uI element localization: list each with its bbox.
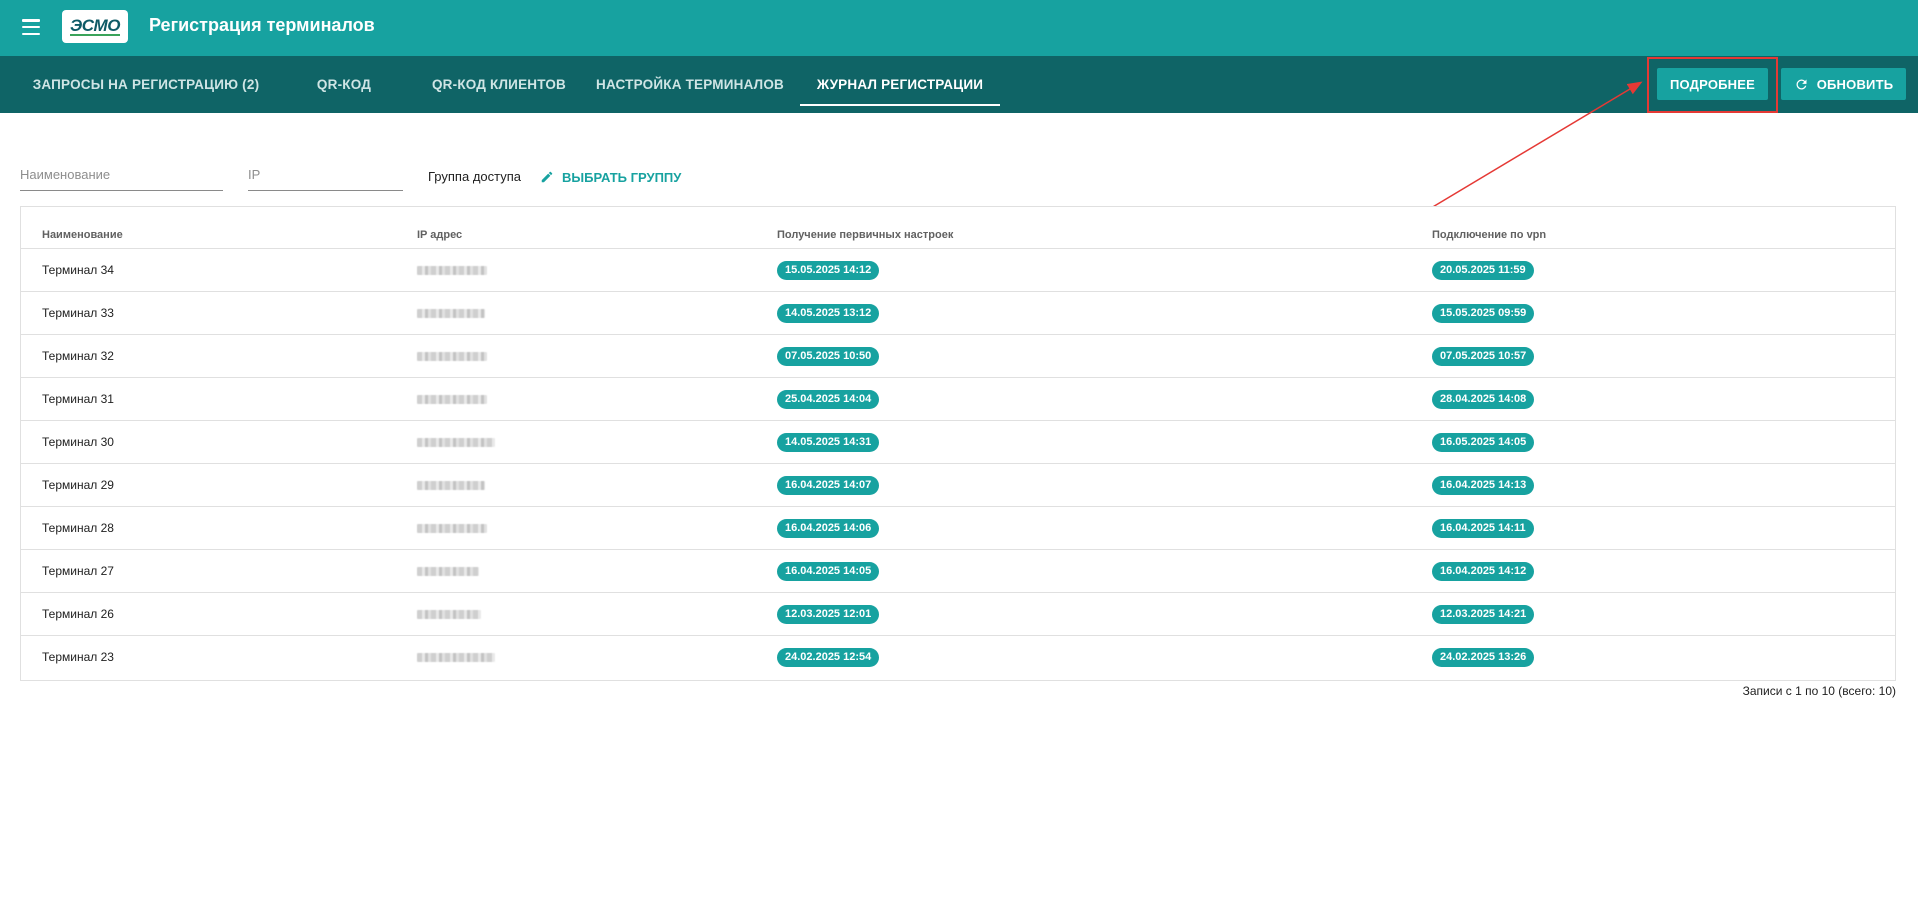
settings-received-badge: 14.05.2025 13:12 [777, 304, 880, 323]
registration-log-table: Наименование IP адрес Получение первичны… [20, 206, 1896, 681]
settings-received-badge: 16.04.2025 14:06 [777, 519, 880, 538]
app-header: ЭСМО Регистрация терминалов [0, 0, 1918, 56]
settings-received-badge: 14.05.2025 14:31 [777, 433, 880, 452]
settings-received-badge: 25.04.2025 14:04 [777, 390, 880, 409]
settings-received-badge: 07.05.2025 10:50 [777, 347, 880, 366]
terminal-name: Терминал 28 [42, 521, 114, 535]
redaction-blur [417, 480, 485, 490]
redaction-blur [417, 652, 495, 662]
settings-received-badge: 16.04.2025 14:05 [777, 562, 880, 581]
ip-address-redacted [417, 558, 513, 584]
pagination-summary: Записи с 1 по 10 (всего: 10) [1742, 684, 1896, 698]
refresh-button[interactable]: ОБНОВИТЬ [1781, 68, 1906, 100]
annotation-highlight-box [1647, 57, 1778, 113]
ip-address-redacted [417, 472, 513, 498]
redaction-blur [417, 609, 481, 619]
ip-filter-input[interactable] [248, 163, 403, 191]
hamburger-menu-icon[interactable] [20, 16, 42, 38]
vpn-connection-badge: 12.03.2025 14:21 [1432, 605, 1535, 624]
table-row[interactable]: Терминал 30 14.05.2025 14:31 16.05.2025 14… [21, 421, 1895, 464]
logo-text: ЭСМО [70, 16, 120, 36]
tab-registration-requests[interactable]: ЗАПРОСЫ НА РЕГИСТРАЦИЮ (2) [22, 56, 270, 113]
table-row[interactable]: Терминал 34 15.05.2025 14:12 20.05.2025 11… [21, 249, 1895, 292]
redaction-blur [417, 351, 487, 361]
terminal-name: Терминал 29 [42, 478, 114, 492]
redaction-blur [417, 566, 479, 576]
vpn-connection-badge: 16.05.2025 14:05 [1432, 433, 1535, 452]
tab-client-qr-code[interactable]: QR-КОД КЛИЕНТОВ [423, 56, 575, 113]
access-group-label: Группа доступа [428, 169, 521, 184]
table-row[interactable]: Терминал 23 24.02.2025 12:54 24.02.2025 13… [21, 636, 1895, 679]
tab-registration-log[interactable]: ЖУРНАЛ РЕГИСТРАЦИИ [800, 56, 1000, 113]
vpn-connection-badge: 15.05.2025 09:59 [1432, 304, 1535, 323]
vpn-connection-badge: 07.05.2025 10:57 [1432, 347, 1535, 366]
ip-address-redacted [417, 257, 513, 283]
column-header-ip[interactable]: IP адрес [417, 229, 462, 241]
vpn-connection-badge: 16.04.2025 14:13 [1432, 476, 1535, 495]
redaction-blur [417, 265, 487, 275]
name-filter-input[interactable] [20, 163, 223, 191]
redaction-blur [417, 437, 495, 447]
table-row[interactable]: Терминал 26 12.03.2025 12:01 12.03.2025 14… [21, 593, 1895, 636]
terminal-name: Терминал 32 [42, 349, 114, 363]
ip-address-redacted [417, 386, 513, 412]
vpn-connection-badge: 28.04.2025 14:08 [1432, 390, 1535, 409]
tab-terminal-settings[interactable]: НАСТРОЙКА ТЕРМИНАЛОВ [596, 56, 784, 113]
redaction-blur [417, 523, 487, 533]
choose-group-button[interactable]: ВЫБРАТЬ ГРУППУ [540, 167, 681, 187]
table-header: Наименование IP адрес Получение первичны… [21, 207, 1895, 249]
settings-received-badge: 15.05.2025 14:12 [777, 261, 880, 280]
vpn-connection-badge: 16.04.2025 14:12 [1432, 562, 1535, 581]
pencil-icon [541, 171, 553, 183]
refresh-icon [1796, 79, 1807, 89]
settings-received-badge: 12.03.2025 12:01 [777, 605, 880, 624]
choose-group-label: ВЫБРАТЬ ГРУППУ [562, 169, 682, 185]
redaction-blur [417, 308, 485, 318]
tab-qr-code[interactable]: QR-КОД [300, 56, 388, 113]
settings-received-badge: 24.02.2025 12:54 [777, 648, 880, 667]
terminal-name: Терминал 31 [42, 392, 114, 406]
ip-address-redacted [417, 601, 513, 627]
column-header-name[interactable]: Наименование [42, 229, 123, 241]
refresh-button-label: ОБНОВИТЬ [1816, 76, 1894, 92]
terminal-name: Терминал 30 [42, 435, 114, 449]
terminal-name: Терминал 27 [42, 564, 114, 578]
ip-address-redacted [417, 644, 513, 670]
ip-address-redacted [417, 343, 513, 369]
table-row[interactable]: Терминал 31 25.04.2025 14:04 28.04.2025 14… [21, 378, 1895, 421]
page-title: Регистрация терминалов [149, 15, 375, 35]
table-row[interactable]: Терминал 28 16.04.2025 14:06 16.04.2025 14… [21, 507, 1895, 550]
vpn-connection-badge: 20.05.2025 11:59 [1432, 261, 1534, 280]
vpn-connection-badge: 16.04.2025 14:11 [1432, 519, 1534, 538]
terminal-name: Терминал 34 [42, 263, 114, 277]
ip-address-redacted [417, 429, 513, 455]
ip-address-redacted [417, 515, 513, 541]
tab-bar: ЗАПРОСЫ НА РЕГИСТРАЦИЮ (2) QR-КОД QR-КОД… [0, 56, 1918, 113]
vpn-connection-badge: 24.02.2025 13:26 [1432, 648, 1535, 667]
terminal-name: Терминал 33 [42, 306, 114, 320]
terminal-name: Терминал 23 [42, 650, 114, 664]
ip-address-redacted [417, 300, 513, 326]
column-header-received[interactable]: Получение первичных настроек [777, 229, 953, 241]
settings-received-badge: 16.04.2025 14:07 [777, 476, 880, 495]
table-row[interactable]: Терминал 33 14.05.2025 13:12 15.05.2025 09… [21, 292, 1895, 335]
terminal-name: Терминал 26 [42, 607, 114, 621]
logo[interactable]: ЭСМО [62, 10, 128, 43]
table-row[interactable]: Терминал 29 16.04.2025 14:07 16.04.2025 14… [21, 464, 1895, 507]
redaction-blur [417, 394, 487, 404]
table-row[interactable]: Терминал 32 07.05.2025 10:50 07.05.2025 10… [21, 335, 1895, 378]
column-header-vpn[interactable]: Подключение по vpn [1432, 229, 1546, 241]
table-row[interactable]: Терминал 27 16.04.2025 14:05 16.04.2025 14… [21, 550, 1895, 593]
